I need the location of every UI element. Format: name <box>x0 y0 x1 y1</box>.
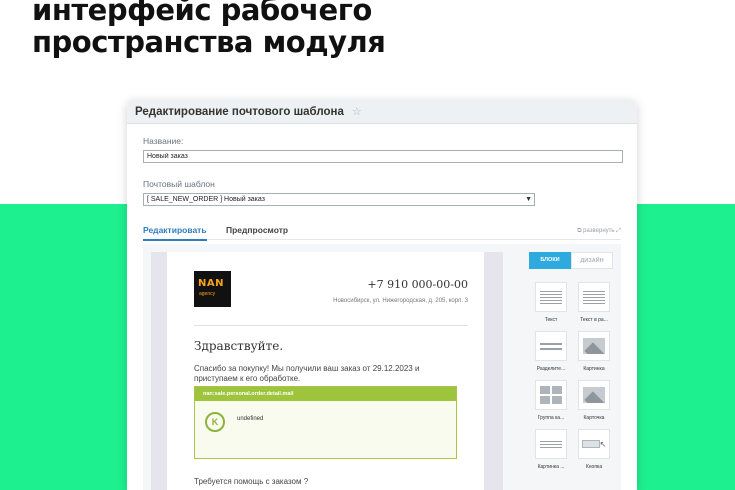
block-text[interactable]: Текст <box>531 282 571 323</box>
tab-preview[interactable]: Предпросмотр <box>226 225 288 235</box>
block-label: Картинка <box>583 366 605 372</box>
help-text[interactable]: Требуется помощь с заказом ? <box>194 477 308 486</box>
copy-icon: ⧉ <box>577 228 582 234</box>
contact-address[interactable]: Новосибирск, ул. Нижегородская, д. 205, … <box>333 298 468 304</box>
mail-thanks-text[interactable]: Спасибо за покупку! Мы получили ваш зака… <box>194 364 464 384</box>
image-group-block-icon <box>535 380 567 410</box>
expand-arrows-icon: ⤢ <box>616 228 621 234</box>
editor-window: Редактирование почтового шаблона ☆ Назва… <box>127 100 637 490</box>
editor-area: NAN agency +7 910 000-00-00 Новосибирск,… <box>143 244 621 490</box>
name-input[interactable] <box>143 150 623 163</box>
block-label: Группа ка... <box>537 415 565 421</box>
image-text-block-icon <box>535 429 567 459</box>
k-circle-icon: K <box>205 412 225 432</box>
company-logo[interactable]: NAN agency <box>194 271 231 307</box>
star-icon[interactable]: ☆ <box>352 105 362 118</box>
page-headline: интерфейс рабочего пространства модуля <box>32 0 632 58</box>
block-label: Текст <box>544 317 558 323</box>
logo-text: NAN <box>198 278 224 289</box>
button-block-icon: ↖ <box>578 429 610 459</box>
cursor-icon: ↖ <box>599 439 607 449</box>
block-framed-text[interactable]: Текст в ра... <box>574 282 614 323</box>
blocks-panel: БЛОКИ ДИЗАЙН Текст Текст в ра... Раздели… <box>513 244 613 490</box>
order-block-text: undefined <box>237 416 264 422</box>
mail-greeting[interactable]: Здравствуйте. <box>194 339 283 353</box>
expand-label: развернуть <box>583 228 615 234</box>
contact-phone[interactable]: +7 910 000-00-00 <box>367 278 468 291</box>
card-block-icon <box>578 380 610 410</box>
headline-line-1: интерфейс рабочего <box>32 0 372 27</box>
block-button[interactable]: ↖ Кнопка <box>574 429 614 470</box>
mail-canvas: NAN agency +7 910 000-00-00 Новосибирск,… <box>151 252 503 490</box>
tab-blocks[interactable]: БЛОКИ <box>529 252 571 269</box>
window-content: Название: Почтовый шаблон [ SALE_NEW_ORD… <box>127 124 637 490</box>
order-block-header: nan:sale.personal.order.detail.mail <box>195 387 456 401</box>
name-label: Название: <box>143 136 184 146</box>
block-label: Разделите... <box>536 366 566 372</box>
tab-design[interactable]: ДИЗАЙН <box>571 252 613 269</box>
block-label: Текст в ра... <box>580 317 608 323</box>
window-title: Редактирование почтового шаблона <box>135 105 344 118</box>
order-detail-block[interactable]: nan:sale.personal.order.detail.mail K un… <box>194 386 457 459</box>
framed-text-block-icon <box>578 282 610 312</box>
block-label: Карточка <box>583 415 605 421</box>
headline-line-2: пространства модуля <box>32 25 386 59</box>
mail-body: NAN agency +7 910 000-00-00 Новосибирск,… <box>167 252 484 490</box>
template-label: Почтовый шаблон <box>143 179 215 189</box>
chevron-down-icon: ▼ <box>525 196 532 203</box>
tab-edit[interactable]: Редактировать <box>143 225 207 241</box>
logo-subtext: agency <box>199 291 216 297</box>
template-select[interactable]: [ SALE_NEW_ORDER ] Новый заказ ▼ <box>143 193 535 206</box>
text-block-icon <box>535 282 567 312</box>
editor-tabs: Редактировать Предпросмотр ⧉ развернуть … <box>143 222 621 241</box>
block-label: Картинка ... <box>537 464 565 470</box>
block-card[interactable]: Карточка <box>574 380 614 421</box>
expand-button[interactable]: ⧉ развернуть ⤢ <box>577 228 621 235</box>
template-select-value: [ SALE_NEW_ORDER ] Новый заказ <box>147 196 265 203</box>
block-divider[interactable]: Разделите... <box>531 331 571 372</box>
window-titlebar: Редактирование почтового шаблона ☆ <box>127 100 637 124</box>
divider-block-icon <box>535 331 567 361</box>
block-label: Кнопка <box>585 464 603 470</box>
block-image[interactable]: Картинка <box>574 331 614 372</box>
block-image-text[interactable]: Картинка ... <box>531 429 571 470</box>
mail-divider <box>194 325 468 326</box>
image-block-icon <box>578 331 610 361</box>
block-image-group[interactable]: Группа ка... <box>531 380 571 421</box>
